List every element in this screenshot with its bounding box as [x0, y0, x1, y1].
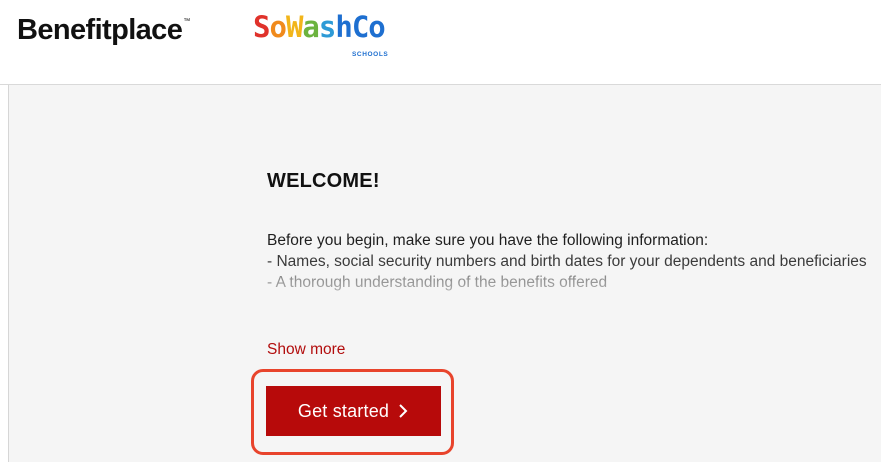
logo-letter: s: [318, 10, 336, 44]
schools-subtitle: SCHOOLS: [352, 51, 389, 58]
get-started-button[interactable]: Get started: [266, 386, 441, 436]
list-item: - Names, social security numbers and bir…: [267, 253, 867, 270]
list-item: - A thorough understanding of the benefi…: [267, 274, 608, 291]
brand-name: Benefitplace: [17, 14, 183, 46]
logo-letter: o: [368, 10, 385, 44]
intro-text: Before you begin, make sure you have the…: [267, 232, 709, 249]
requirements-list: - Names, social security numbers and bir…: [267, 251, 867, 293]
show-more-link[interactable]: Show more: [267, 341, 345, 359]
logo-letter: a: [302, 10, 319, 44]
sowashco-wordmark: SoWashCo: [253, 10, 386, 44]
logo-letter: o: [269, 10, 286, 44]
site-header: Benefitplace™ SoWashCo SCHOOLS: [0, 0, 881, 85]
logo-letter: C: [351, 10, 369, 44]
get-started-label: Get started: [297, 400, 390, 421]
benefitplace-logo[interactable]: Benefitplace™: [17, 14, 190, 47]
page-title: WELCOME!: [267, 170, 380, 192]
logo-letter: h: [335, 10, 352, 44]
logo-letter: W: [285, 10, 303, 44]
logo-letter: S: [253, 10, 270, 44]
sowashco-schools-logo: SoWashCo SCHOOLS: [253, 10, 413, 62]
chevron-right-icon: [399, 404, 408, 418]
trademark-mark: ™: [183, 18, 190, 25]
